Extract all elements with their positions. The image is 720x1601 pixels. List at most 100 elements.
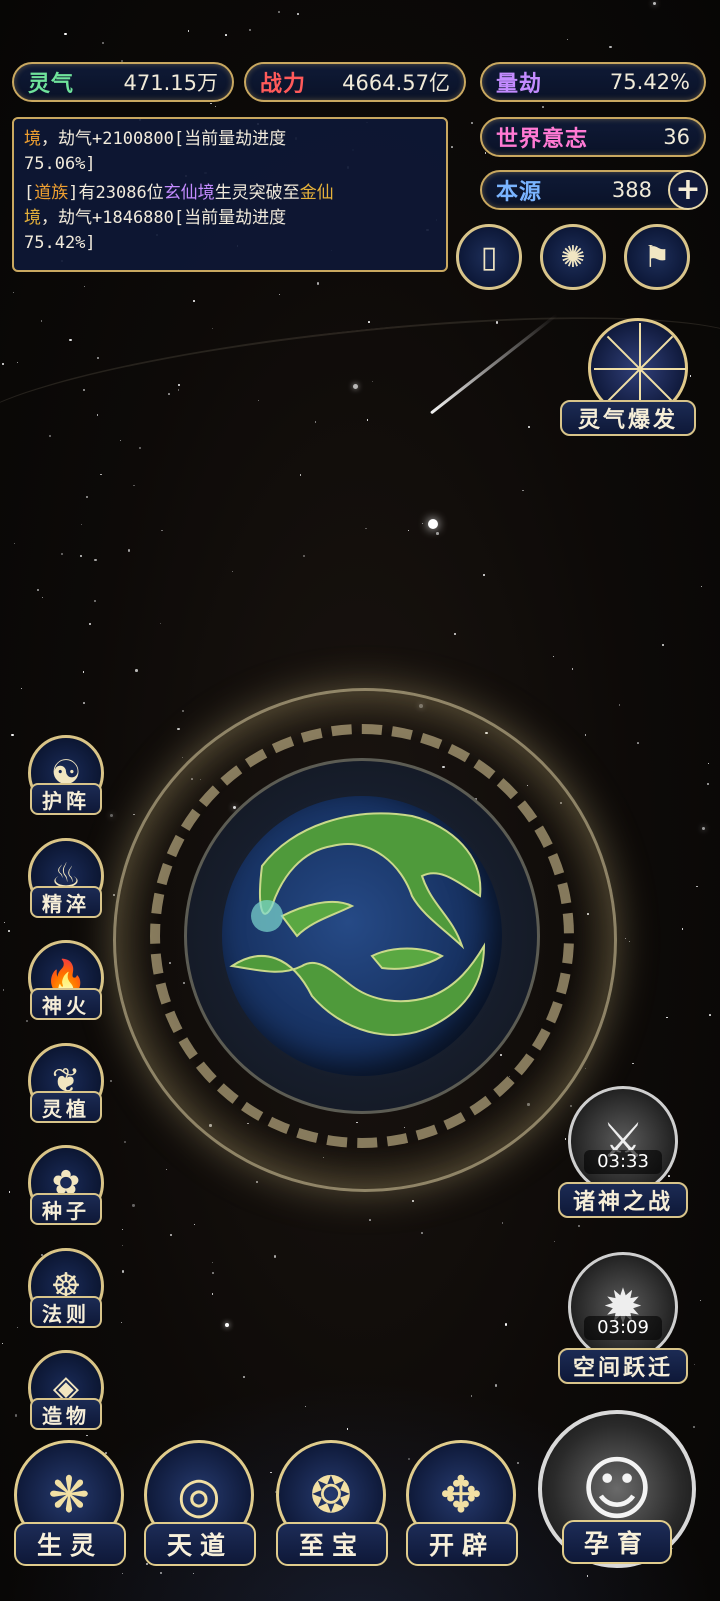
star xyxy=(453,632,456,635)
nav-label: 生灵 xyxy=(14,1522,126,1566)
star xyxy=(412,1199,415,1202)
stat-lingqi: 灵气 471.15万 xyxy=(12,62,234,102)
side-item-label: 护阵 xyxy=(30,783,102,815)
star xyxy=(193,1223,195,1225)
nav-label: 开辟 xyxy=(406,1522,518,1566)
side-item-law[interactable]: ☸ 法则 xyxy=(24,1248,110,1344)
nurture-label: 孕育 xyxy=(562,1520,672,1564)
log-entry: [道族]有23086位玄仙境生灵突破至金仙 境，劫气+1846880[当前量劫进度… xyxy=(24,181,436,256)
stat-zhanli-value: 4664.57亿 xyxy=(342,71,450,95)
star xyxy=(368,321,371,323)
side-item-label: 神火 xyxy=(30,988,102,1020)
star xyxy=(632,1062,634,1065)
event-timer: 03:33 xyxy=(584,1150,662,1174)
star xyxy=(211,327,213,330)
stat-lingqi-value: 471.15万 xyxy=(123,71,218,95)
star xyxy=(169,1234,172,1236)
stat-liangjie[interactable]: 量劫 75.42% xyxy=(480,62,706,102)
event-war-of-gods[interactable]: ⚔ 03:33 诸神之战 xyxy=(556,1086,690,1226)
portal-icon: ✹ xyxy=(568,1252,678,1362)
log-realm-text: 境 xyxy=(24,129,41,149)
stat-zhanli: 战力 4664.57亿 xyxy=(244,62,466,102)
stat-world-will-label: 世界意志 xyxy=(496,127,589,152)
event-label: 诸神之战 xyxy=(558,1182,688,1218)
nav-creatures[interactable]: ❋ 生灵 xyxy=(8,1440,130,1600)
side-item-refine[interactable]: ♨ 精淬 xyxy=(24,838,110,934)
side-item-seed[interactable]: ✿ 种子 xyxy=(24,1145,110,1241)
spirit-burst-button[interactable]: 灵气爆发 xyxy=(560,318,696,436)
add-origin-button[interactable]: + xyxy=(668,170,708,210)
star xyxy=(177,727,180,731)
star xyxy=(552,655,554,657)
card-icon: ▯ xyxy=(480,239,498,275)
star xyxy=(369,1218,371,1221)
star xyxy=(708,1013,711,1016)
star xyxy=(120,1322,122,1324)
star xyxy=(82,389,85,392)
nav-treasure[interactable]: ❂ 至宝 xyxy=(270,1440,392,1600)
side-item-spirit-plant[interactable]: ❦ 灵植 xyxy=(24,1043,110,1139)
stat-liangjie-value: 75.42% xyxy=(609,70,690,94)
log-entry: 境，劫气+2100800[当前量劫进度 75.06%] xyxy=(24,127,436,177)
side-item-label: 精淬 xyxy=(30,886,102,918)
stat-origin: 本源 388 + xyxy=(480,170,708,210)
log-text: ，劫气+1846880[当前量劫进度 xyxy=(41,208,287,228)
nav-heaven-dao[interactable]: ◎ 天道 xyxy=(138,1440,260,1600)
star xyxy=(214,105,217,107)
log-realm-to: 金仙 xyxy=(299,183,334,203)
star xyxy=(3,921,5,923)
star xyxy=(88,622,91,625)
star xyxy=(82,702,85,705)
stat-liangjie-label: 量劫 xyxy=(496,72,543,97)
star xyxy=(299,474,301,476)
log-text: 有23086位 xyxy=(78,183,164,203)
star xyxy=(85,495,88,498)
flag-button[interactable]: ⚑ xyxy=(624,224,690,290)
star xyxy=(278,293,280,295)
side-item-label: 灵植 xyxy=(30,1091,102,1123)
star xyxy=(181,756,183,758)
star xyxy=(482,573,485,576)
star xyxy=(421,1231,423,1234)
stat-world-will[interactable]: 世界意志 36 xyxy=(480,117,706,157)
card-button[interactable]: ▯ xyxy=(456,224,522,290)
star xyxy=(94,558,97,562)
continents xyxy=(229,812,486,1036)
star xyxy=(696,885,698,887)
vortex-icon: ✺ xyxy=(560,239,586,275)
event-space-jump[interactable]: ✹ 03:09 空间跃迁 xyxy=(556,1252,690,1392)
log-realm-from: 玄仙境 xyxy=(163,183,215,203)
event-log[interactable]: 境，劫气+2100800[当前量劫进度 75.06%] [道族]有23086位玄仙… xyxy=(12,117,448,272)
stat-lingqi-label: 灵气 xyxy=(28,72,75,97)
side-item-label: 造物 xyxy=(30,1398,102,1430)
side-item-divine-fire[interactable]: 🔥 神火 xyxy=(24,940,110,1036)
vortex-button[interactable]: ✺ xyxy=(540,224,606,290)
star xyxy=(69,338,72,342)
star xyxy=(366,419,369,421)
world-planet[interactable] xyxy=(222,796,502,1076)
star xyxy=(505,1323,508,1326)
event-label: 空间跃迁 xyxy=(558,1348,688,1384)
star xyxy=(193,300,195,302)
side-item-creation[interactable]: ◈ 造物 xyxy=(24,1350,110,1446)
nurture-button[interactable]: ☺ 孕育 xyxy=(532,1402,702,1592)
side-item-label: 种子 xyxy=(30,1193,102,1225)
star xyxy=(542,106,544,109)
star xyxy=(231,570,233,572)
stat-world-will-value: 36 xyxy=(663,125,690,149)
star xyxy=(161,529,163,532)
log-text: ，劫气+2100800[当前量劫进度 xyxy=(41,129,287,149)
log-text: 生灵突破至 xyxy=(214,183,300,203)
stat-zhanli-label: 战力 xyxy=(260,72,307,97)
log-clan-tag: 道族 xyxy=(34,183,69,203)
nav-genesis[interactable]: ✥ 开辟 xyxy=(400,1440,522,1600)
star xyxy=(13,291,14,293)
event-timer: 03:09 xyxy=(584,1316,662,1340)
star xyxy=(273,1255,277,1258)
side-item-protect-array[interactable]: ☯ 护阵 xyxy=(24,735,110,831)
star xyxy=(527,425,530,428)
spirit-burst-label: 灵气爆发 xyxy=(560,400,696,436)
star xyxy=(16,361,18,363)
side-item-label: 法则 xyxy=(30,1296,102,1328)
star xyxy=(133,813,135,815)
